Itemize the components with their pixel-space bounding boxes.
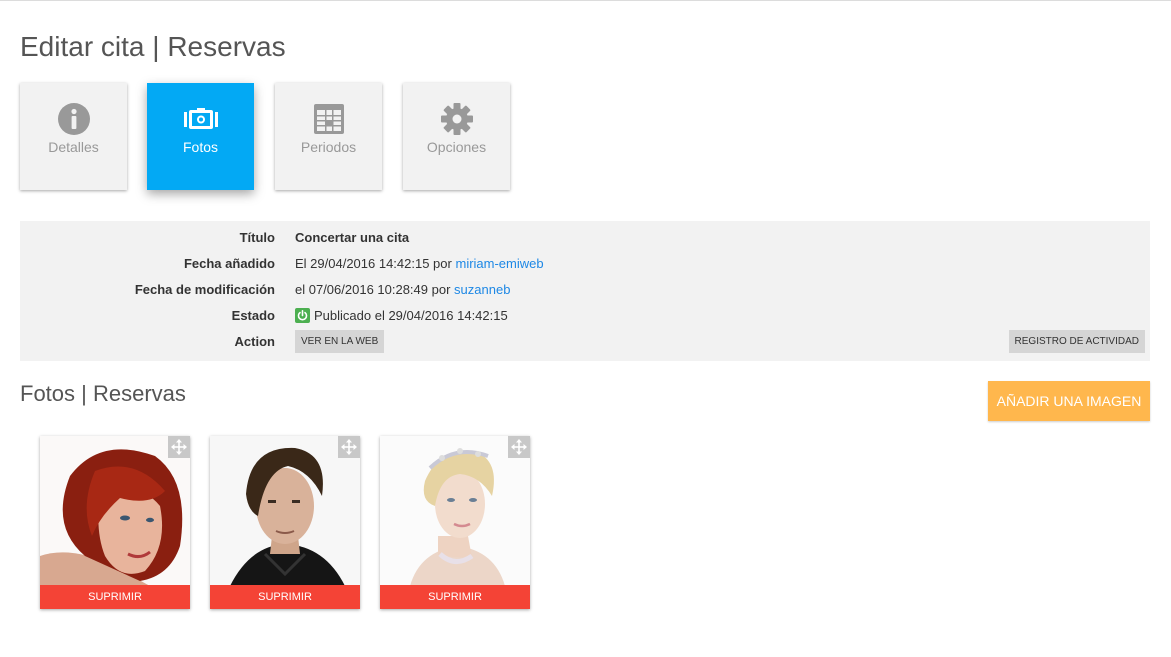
move-icon[interactable]: [338, 436, 360, 458]
photo-image[interactable]: [380, 436, 530, 586]
row-estado: Estado Publicado el 29/04/2016 14:42:15: [20, 306, 1150, 326]
view-web-button[interactable]: VER EN LA WEB: [295, 330, 385, 353]
move-icon[interactable]: [508, 436, 530, 458]
photos-icon: [147, 102, 254, 136]
added-label: Fecha añadido: [183, 256, 275, 271]
row-titulo: Título Concertar una cita: [20, 228, 1150, 248]
added-value: El 29/04/2016 14:42:15 por miriam-emiweb: [295, 254, 544, 274]
modified-user-link[interactable]: suzanneb: [454, 282, 510, 297]
gear-icon: [403, 102, 510, 136]
photos-section-title: Fotos | Reservas: [20, 381, 186, 406]
tab-opciones[interactable]: Opciones: [403, 83, 510, 190]
tab-label: Opciones: [426, 139, 487, 155]
row-action: Action: [20, 332, 1150, 352]
tab-periodos[interactable]: Periodos: [275, 83, 382, 190]
titulo-value: Concertar una cita: [295, 228, 409, 248]
estado-text: Publicado el 29/04/2016 14:42:15: [314, 308, 508, 323]
photo-image[interactable]: [40, 436, 190, 586]
added-date: El 29/04/2016 14:42:15 por: [295, 256, 452, 271]
page-title: Editar cita | Reservas: [20, 31, 286, 62]
estado-value: Publicado el 29/04/2016 14:42:15: [295, 306, 508, 326]
move-icon[interactable]: [168, 436, 190, 458]
modified-value: el 07/06/2016 10:28:49 por suzanneb: [295, 280, 510, 300]
delete-photo-button[interactable]: SUPRIMIR: [210, 585, 360, 609]
activity-log-button[interactable]: REGISTRO DE ACTIVIDAD: [1008, 330, 1145, 353]
tab-detalles[interactable]: Detalles: [20, 83, 127, 190]
tab-label: Detalles: [48, 139, 99, 155]
tab-label: Periodos: [300, 139, 357, 155]
modified-label: Fecha de modificación: [134, 282, 275, 297]
photo-card: SUPRIMIR: [40, 436, 190, 609]
row-fecha-modificacion: Fecha de modificación el 07/06/2016 10:2…: [20, 280, 1150, 300]
titulo-label: Título: [239, 230, 275, 245]
added-user-link[interactable]: miriam-emiweb: [455, 256, 543, 271]
tab-fotos[interactable]: Fotos: [147, 83, 254, 190]
photo-card: SUPRIMIR: [210, 436, 360, 609]
titulo-text: Concertar una cita: [295, 230, 410, 245]
photo-image[interactable]: [210, 436, 360, 586]
info-icon: [20, 102, 127, 136]
delete-photo-button[interactable]: SUPRIMIR: [40, 585, 190, 609]
add-image-button[interactable]: AÑADIR UNA IMAGEN: [988, 381, 1150, 421]
action-label: Action: [234, 334, 275, 349]
power-icon[interactable]: [295, 308, 310, 323]
row-fecha-anadido: Fecha añadido El 29/04/2016 14:42:15 por…: [20, 254, 1150, 274]
delete-photo-button[interactable]: SUPRIMIR: [380, 585, 530, 609]
modified-date: el 07/06/2016 10:28:49 por: [295, 282, 451, 297]
calendar-icon: [275, 102, 382, 136]
tab-label: Fotos: [182, 139, 218, 155]
estado-label: Estado: [231, 308, 275, 323]
details-panel: Título Concertar una cita Fecha añadido …: [20, 221, 1150, 361]
photo-card: SUPRIMIR: [380, 436, 530, 609]
